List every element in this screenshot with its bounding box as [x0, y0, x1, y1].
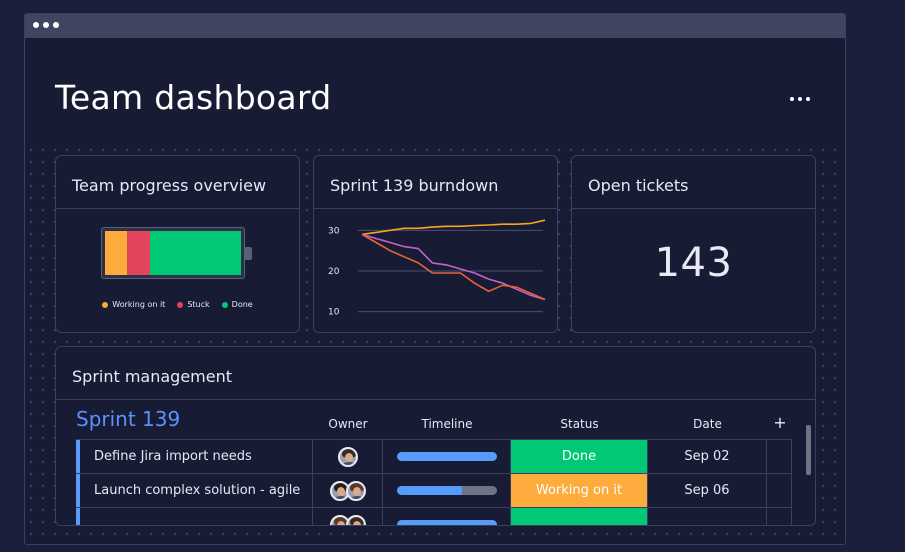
task-name-cell[interactable] [80, 508, 313, 525]
card-divider [56, 399, 815, 400]
table-row[interactable]: Define Jira import needs Done Sep 02 [76, 439, 792, 473]
status-badge[interactable] [511, 508, 648, 525]
legend-dot-icon [102, 301, 109, 308]
legend-label: Stuck [187, 300, 210, 309]
open-tickets-count: 143 [654, 240, 733, 286]
burndown-card: Sprint 139 burndown 30 20 10 [313, 155, 558, 333]
owner-cell[interactable] [313, 440, 383, 473]
legend-item: Working on it [102, 300, 165, 309]
legend-dot-icon [177, 301, 184, 308]
page-title: Team dashboard [55, 78, 332, 117]
app-window: Team dashboard Team progress overview Wo… [24, 13, 846, 545]
y-tick-label: 20 [328, 267, 340, 277]
progress-legend: Working on it Stuck Done [56, 300, 299, 309]
timeline-bar [396, 520, 497, 525]
timeline-fill [396, 486, 462, 495]
card-divider [572, 208, 815, 209]
timeline-fill [396, 520, 497, 525]
card-divider [56, 208, 299, 209]
legend-item: Stuck [177, 300, 210, 309]
legend-item: Done [221, 300, 253, 309]
table-row[interactable]: Launch complex solution - agile Working o… [76, 473, 792, 507]
column-header-date[interactable]: Date [648, 417, 767, 431]
task-name-cell[interactable]: Launch complex solution - agile [80, 474, 313, 507]
sprint-group-title[interactable]: Sprint 139 [76, 407, 180, 431]
card-title: Open tickets [588, 176, 689, 195]
sprint-management-card: Sprint management Sprint 139 Owner Timel… [55, 346, 816, 526]
avatar[interactable] [337, 446, 358, 467]
timeline-cell[interactable] [383, 440, 511, 473]
legend-label: Working on it [112, 300, 166, 309]
battery-segment-working-on-it [105, 231, 127, 275]
avatar[interactable] [345, 480, 366, 501]
empty-cell [767, 440, 792, 473]
battery-segment-stuck [127, 231, 150, 275]
column-header-status[interactable]: Status [511, 417, 648, 431]
column-header-timeline[interactable]: Timeline [383, 417, 511, 431]
burndown-series-line-1 [361, 219, 546, 236]
team-progress-card: Team progress overview Working on it Stuc… [55, 155, 300, 333]
y-tick-label: 30 [328, 226, 340, 236]
burndown-chart: 30 20 10 [328, 219, 546, 318]
empty-cell [767, 474, 792, 507]
burndown-series-line-2 [361, 233, 546, 301]
sprint-table: Define Jira import needs Done Sep 02 Launch… [76, 439, 792, 525]
open-tickets-card: Open tickets 143 [571, 155, 816, 333]
table-scrollbar[interactable] [806, 425, 811, 475]
date-cell[interactable] [648, 508, 767, 525]
timeline-fill [396, 452, 497, 461]
empty-cell [767, 508, 792, 525]
window-dot-icon[interactable] [43, 22, 49, 28]
card-title: Team progress overview [72, 176, 267, 195]
timeline-cell[interactable] [383, 508, 511, 525]
timeline-bar [396, 452, 497, 461]
owner-cell[interactable] [313, 508, 383, 525]
date-cell[interactable]: Sep 02 [648, 440, 767, 473]
window-dot-icon[interactable] [33, 22, 39, 28]
date-cell[interactable]: Sep 06 [648, 474, 767, 507]
avatar[interactable] [345, 514, 366, 525]
card-title: Sprint management [72, 367, 233, 386]
column-header-owner[interactable]: Owner [313, 417, 383, 431]
add-column-plus-icon[interactable]: + [772, 413, 788, 432]
card-title: Sprint 139 burndown [330, 176, 499, 195]
legend-label: Done [231, 300, 253, 309]
status-badge[interactable]: Done [511, 440, 648, 473]
battery-segment-done [150, 231, 241, 275]
timeline-bar [396, 486, 497, 495]
battery-tip [245, 247, 252, 260]
legend-dot-icon [221, 301, 228, 308]
status-badge[interactable]: Working on it [511, 474, 648, 507]
window-dot-icon[interactable] [53, 22, 59, 28]
table-row[interactable] [76, 507, 792, 525]
window-titlebar [25, 14, 845, 38]
card-divider [314, 208, 557, 209]
task-name-cell[interactable]: Define Jira import needs [80, 440, 313, 473]
more-horizontal-icon[interactable] [785, 92, 815, 106]
owner-cell[interactable] [313, 474, 383, 507]
y-tick-label: 10 [328, 308, 340, 318]
timeline-cell[interactable] [383, 474, 511, 507]
